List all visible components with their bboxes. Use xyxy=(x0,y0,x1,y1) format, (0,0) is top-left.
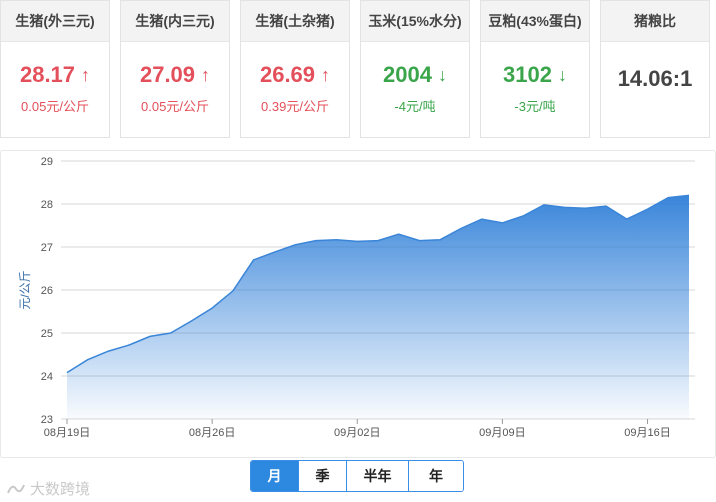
y-tick-label: 29 xyxy=(41,156,53,168)
data-point xyxy=(149,335,151,337)
y-tick-label: 24 xyxy=(41,371,53,383)
data-point xyxy=(480,218,482,220)
data-point xyxy=(460,227,462,229)
arrow-up-icon: ↑ xyxy=(321,65,331,85)
data-point xyxy=(667,196,669,198)
price-card: 玉米(15%水分) 2004 ↓ -4元/吨 xyxy=(360,0,470,138)
data-point xyxy=(211,307,213,309)
data-point xyxy=(377,239,379,241)
card-title: 豆粕(43%蛋白) xyxy=(481,1,589,42)
data-point xyxy=(190,320,192,322)
card-value-row: 2004 ↓ xyxy=(361,62,469,88)
watermark-text: 大数跨境 xyxy=(30,481,91,498)
price-card: 豆粕(43%蛋白) 3102 ↓ -3元/吨 xyxy=(480,0,590,138)
watermark: 大数跨境 xyxy=(6,478,90,499)
data-point xyxy=(128,344,130,346)
area-fill xyxy=(67,195,689,419)
x-tick-label: 08月26日 xyxy=(189,427,235,439)
data-point xyxy=(418,239,420,241)
data-point xyxy=(543,204,545,206)
arrow-up-icon: ↑ xyxy=(201,65,211,85)
card-value-row: 3102 ↓ xyxy=(481,62,589,88)
data-point xyxy=(439,238,441,240)
x-tick-label: 09月02日 xyxy=(334,427,380,439)
data-point xyxy=(626,218,628,220)
card-title: 生猪(内三元) xyxy=(121,1,229,42)
card-value-row: 14.06:1 xyxy=(601,66,709,92)
data-point xyxy=(356,240,358,242)
data-point xyxy=(66,371,68,373)
price-chart: 23 24 25 26 27 28 29 元/公斤 08月19日 08月26日 09月02日 09月0… xyxy=(0,150,716,458)
period-button[interactable]: 年 xyxy=(409,461,463,491)
price-card: 猪粮比 14.06:1 xyxy=(600,0,710,138)
card-change: 0.05元/公斤 xyxy=(141,99,209,114)
card-value: 3102 xyxy=(503,62,552,87)
arrow-down-icon: ↓ xyxy=(437,65,447,85)
card-value-row: 27.09 ↑ xyxy=(121,62,229,88)
data-point xyxy=(688,194,690,196)
card-title: 玉米(15%水分) xyxy=(361,1,469,42)
period-selector: 月季半年年 xyxy=(250,460,464,492)
data-point xyxy=(232,290,234,292)
y-axis-label: 元/公斤 xyxy=(18,270,32,309)
y-tick-label: 28 xyxy=(41,199,53,211)
watermark-logo-icon xyxy=(7,484,25,493)
x-tick-label: 09月16日 xyxy=(624,427,670,439)
data-point xyxy=(501,222,503,224)
data-point xyxy=(273,251,275,253)
card-change: 0.05元/公斤 xyxy=(21,99,89,114)
card-title: 生猪(外三元) xyxy=(1,1,109,42)
data-point xyxy=(584,207,586,209)
card-value: 2004 xyxy=(383,62,432,87)
data-point xyxy=(315,239,317,241)
data-point xyxy=(563,206,565,208)
data-point xyxy=(294,244,296,246)
card-title: 猪粮比 xyxy=(601,1,709,42)
arrow-down-icon: ↓ xyxy=(557,65,567,85)
price-card: 生猪(外三元) 28.17 ↑ 0.05元/公斤 xyxy=(0,0,110,138)
card-change: -4元/吨 xyxy=(394,99,436,114)
y-tick-label: 23 xyxy=(41,414,53,426)
data-point xyxy=(646,208,648,210)
card-change: -3元/吨 xyxy=(514,99,556,114)
price-card: 生猪(土杂猪) 26.69 ↑ 0.39元/公斤 xyxy=(240,0,350,138)
card-value-row: 28.17 ↑ xyxy=(1,62,109,88)
data-point xyxy=(252,259,254,261)
card-value: 14.06:1 xyxy=(617,66,693,91)
period-button[interactable]: 半年 xyxy=(347,461,409,491)
card-value: 27.09 xyxy=(139,62,196,87)
card-change: 0.39元/公斤 xyxy=(261,99,329,114)
period-button[interactable]: 季 xyxy=(299,461,347,491)
data-point xyxy=(169,332,171,334)
period-button[interactable]: 月 xyxy=(251,461,299,491)
card-value: 28.17 xyxy=(19,62,76,87)
price-card: 生猪(内三元) 27.09 ↑ 0.05元/公斤 xyxy=(120,0,230,138)
data-point xyxy=(335,238,337,240)
data-point xyxy=(87,358,89,360)
card-value-row: 26.69 ↑ xyxy=(241,62,349,88)
data-point xyxy=(605,205,607,207)
y-tick-label: 25 xyxy=(41,328,53,340)
x-tick-label: 08月19日 xyxy=(44,427,90,439)
x-tick-label: 09月09日 xyxy=(479,427,525,439)
data-point xyxy=(107,350,109,352)
card-value: 26.69 xyxy=(259,62,316,87)
y-tick-label: 27 xyxy=(41,242,53,254)
price-area-chart: 23 24 25 26 27 28 29 元/公斤 08月19日 08月26日 09月02日 09月0… xyxy=(18,156,695,439)
price-cards: 生猪(外三元) 28.17 ↑ 0.05元/公斤 生猪(内三元) 27.09 ↑ 0.05元/… xyxy=(0,0,716,140)
data-point xyxy=(398,233,400,235)
arrow-up-icon: ↑ xyxy=(81,65,91,85)
y-tick-label: 26 xyxy=(41,285,53,297)
card-title: 生猪(土杂猪) xyxy=(241,1,349,42)
data-point xyxy=(522,215,524,217)
